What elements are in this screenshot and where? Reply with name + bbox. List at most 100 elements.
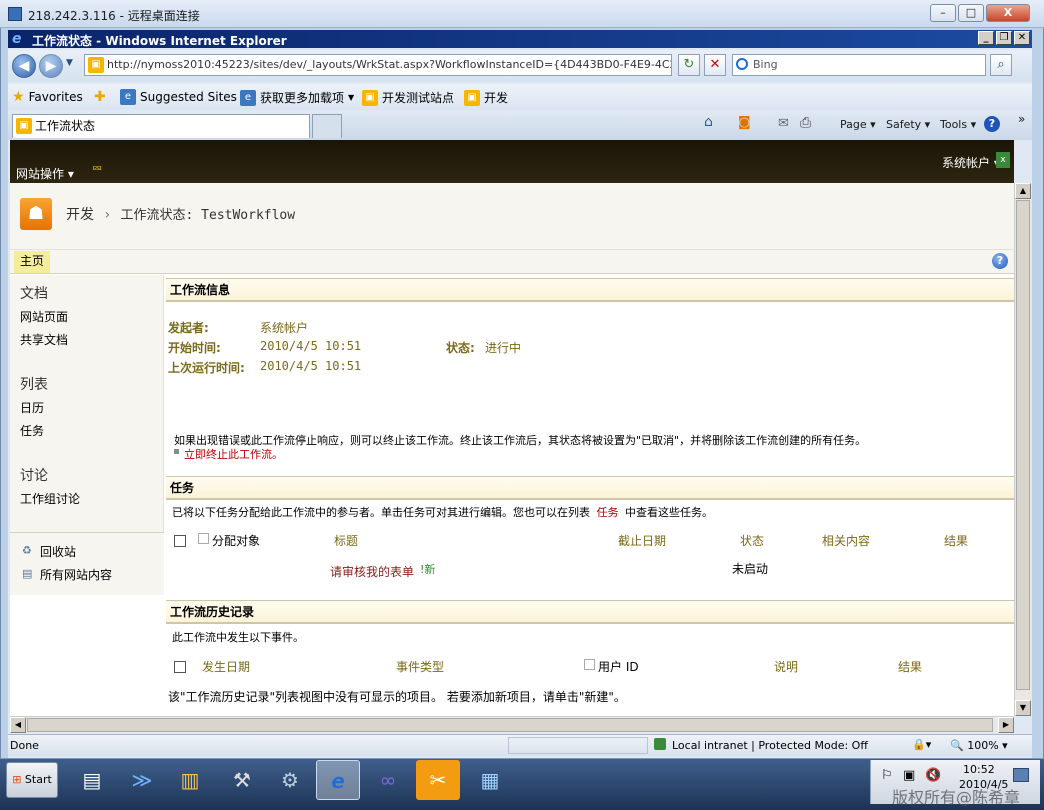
scroll-up-icon[interactable]: ▲ — [1015, 183, 1031, 199]
refresh-icon[interactable]: ↻ — [678, 54, 700, 76]
tasks-desc-text: 已将以下任务分配给此工作流中的参与者。单击任务可对其进行编辑。您也可以在列表 — [172, 506, 590, 519]
add-favorite-button[interactable]: ✚ — [94, 89, 106, 105]
protected-mode-icon[interactable]: 🔒▾ — [912, 738, 931, 751]
help-icon[interactable]: ? — [992, 253, 1008, 269]
ie-restore-button[interactable]: ❐ — [996, 31, 1012, 45]
hscroll-thumb[interactable] — [27, 718, 993, 732]
clock-time[interactable]: 10:52 — [963, 763, 995, 776]
site-logo-icon[interactable]: ☗ — [20, 198, 52, 230]
ie-title-bar[interactable]: e 工作流状态 - Windows Internet Explorer _ ❐ … — [8, 30, 1032, 48]
navigate-up-icon[interactable]: ⮹ — [92, 162, 102, 177]
last-run-label: 上次运行时间: — [168, 361, 245, 375]
col-status[interactable]: 状态 — [740, 532, 764, 549]
safety-menu[interactable]: Safety ▾ — [886, 118, 930, 131]
explorer-icon[interactable]: ▥ — [168, 760, 212, 800]
tools-icon[interactable]: ⚒ — [220, 760, 264, 800]
get-addons-link[interactable]: e 获取更多加载项 ▼ — [240, 89, 354, 106]
suggested-sites-link[interactable]: eSuggested Sites▼ — [120, 89, 247, 105]
rdp-minimize-button[interactable]: – — [930, 4, 956, 22]
ie-minimize-button[interactable]: _ — [978, 31, 994, 45]
history-dropdown-icon[interactable]: ▼ — [66, 58, 73, 68]
address-input[interactable]: http://nymoss2010:45223/sites/dev/_layou… — [84, 54, 672, 76]
back-arrow-icon[interactable]: ◀ — [12, 54, 36, 78]
scroll-right-icon[interactable]: ▶ — [998, 717, 1014, 733]
tasks-list-link[interactable]: 任务 — [597, 506, 619, 519]
page-menu[interactable]: Page ▾ — [840, 118, 876, 131]
scroll-thumb[interactable] — [1016, 200, 1030, 690]
mail-icon[interactable]: ✉ — [778, 116, 789, 131]
recycle-bin-link[interactable]: 回收站 — [40, 543, 76, 560]
breadcrumb-site-link[interactable]: 开发 — [66, 207, 94, 223]
quick-item-shared-docs[interactable]: 共享文档 — [20, 331, 68, 348]
excel-icon[interactable]: x — [996, 152, 1010, 168]
favorites-button[interactable]: ★ Favorites — [12, 89, 83, 105]
print-icon[interactable]: ⎙ — [800, 115, 811, 131]
quick-heading-docs[interactable]: 文档 — [20, 283, 48, 303]
server-manager-icon[interactable]: ▤ — [70, 760, 114, 800]
scroll-left-icon[interactable]: ◀ — [10, 717, 26, 733]
horizontal-scrollbar[interactable]: ◀ ▶ — [10, 716, 1014, 733]
visual-studio-icon[interactable]: ∞ — [366, 760, 410, 800]
help-menu-icon[interactable]: ? — [984, 116, 1000, 132]
all-site-content-link[interactable]: 所有网站内容 — [40, 566, 112, 583]
select-all-tasks-checkbox[interactable] — [174, 535, 186, 547]
search-icon[interactable]: ⌕ — [990, 54, 1012, 76]
zoom-control[interactable]: 🔍 100% ▾ — [950, 739, 1008, 752]
col-title[interactable]: 标题 — [334, 532, 358, 549]
site-actions-menu[interactable]: 网站操作 ▾ — [16, 165, 74, 182]
quick-item-team-discussion[interactable]: 工作组讨论 — [20, 490, 80, 507]
home-icon[interactable]: ⌂ — [704, 114, 713, 130]
quick-heading-discussions[interactable]: 讨论 — [20, 465, 48, 485]
stop-icon[interactable]: ✕ — [704, 54, 726, 76]
user-menu[interactable]: 系统帐户 ▾ — [942, 154, 1000, 171]
search-input[interactable]: Bing — [732, 54, 986, 76]
vertical-scrollbar[interactable]: ▲ ▼ — [1014, 183, 1031, 716]
show-desktop-icon[interactable] — [1013, 768, 1029, 782]
flag-icon[interactable]: ⚐ — [881, 768, 893, 783]
start-button[interactable]: ⊞ Start — [6, 762, 58, 798]
dev-test-site-link[interactable]: ▣ 开发测试站点 — [362, 89, 454, 106]
sharepoint-designer-icon[interactable]: ✂ — [416, 760, 460, 800]
tab-workflow-status[interactable]: 工作流状态 — [12, 114, 310, 138]
assigned-col-checkbox[interactable] — [198, 533, 209, 544]
page-menu-label: Page — [840, 118, 867, 131]
scroll-down-icon[interactable]: ▼ — [1015, 700, 1031, 716]
volume-muted-icon[interactable]: 🔇 — [925, 768, 941, 783]
col-related[interactable]: 相关内容 — [822, 532, 870, 549]
chevron-more-icon[interactable]: » — [1018, 112, 1025, 126]
terminate-link[interactable]: 立即终止此工作流。 — [184, 446, 283, 462]
tools-menu[interactable]: Tools ▾ — [940, 118, 976, 131]
quick-item-site-pages[interactable]: 网站页面 — [20, 308, 68, 325]
col-history-outcome[interactable]: 结果 — [898, 658, 922, 675]
tab-home[interactable]: 主页 — [14, 251, 50, 273]
rdp-title-bar[interactable]: 218.242.3.116 - 远程桌面连接 – □ X — [0, 0, 1044, 28]
quick-item-calendar[interactable]: 日历 — [20, 399, 44, 416]
rdp-icon — [8, 7, 22, 21]
col-description[interactable]: 说明 — [774, 658, 798, 675]
rdp-restore-button[interactable]: □ — [958, 4, 984, 22]
user-col-checkbox[interactable] — [584, 659, 595, 670]
recycle-bin-icon: ♻ — [22, 544, 32, 557]
forward-arrow-icon[interactable]: ▶ — [39, 54, 63, 78]
new-tab-button[interactable] — [312, 114, 342, 138]
network-icon[interactable]: ▣ — [903, 768, 915, 783]
quick-item-tasks[interactable]: 任务 — [20, 422, 44, 439]
rss-icon[interactable]: ◙ — [738, 115, 751, 130]
col-user-id[interactable]: 用户 ID — [598, 658, 639, 675]
services-icon[interactable]: ⚙ — [268, 760, 312, 800]
task-title-link[interactable]: 请审核我的表单 — [330, 563, 414, 580]
powershell-icon[interactable]: ≫ — [120, 760, 164, 800]
col-event-date[interactable]: 发生日期 — [202, 658, 250, 675]
remote-desktop-icon[interactable]: ▦ — [468, 760, 512, 800]
select-all-history-checkbox[interactable] — [174, 661, 186, 673]
ie-close-button[interactable]: ✕ — [1014, 31, 1030, 45]
col-assigned-to[interactable]: 分配对象 — [212, 532, 260, 549]
quick-heading-lists[interactable]: 列表 — [20, 374, 48, 394]
col-outcome[interactable]: 结果 — [944, 532, 968, 549]
internet-explorer-taskbar-icon[interactable]: e — [316, 760, 360, 800]
dev-site-link[interactable]: ▣ 开发 — [464, 89, 508, 106]
col-due-date[interactable]: 截止日期 — [618, 532, 666, 549]
col-event-type[interactable]: 事件类型 — [396, 658, 444, 675]
rdp-close-button[interactable]: X — [986, 4, 1030, 22]
security-zone[interactable]: Local intranet | Protected Mode: Off — [672, 739, 868, 752]
